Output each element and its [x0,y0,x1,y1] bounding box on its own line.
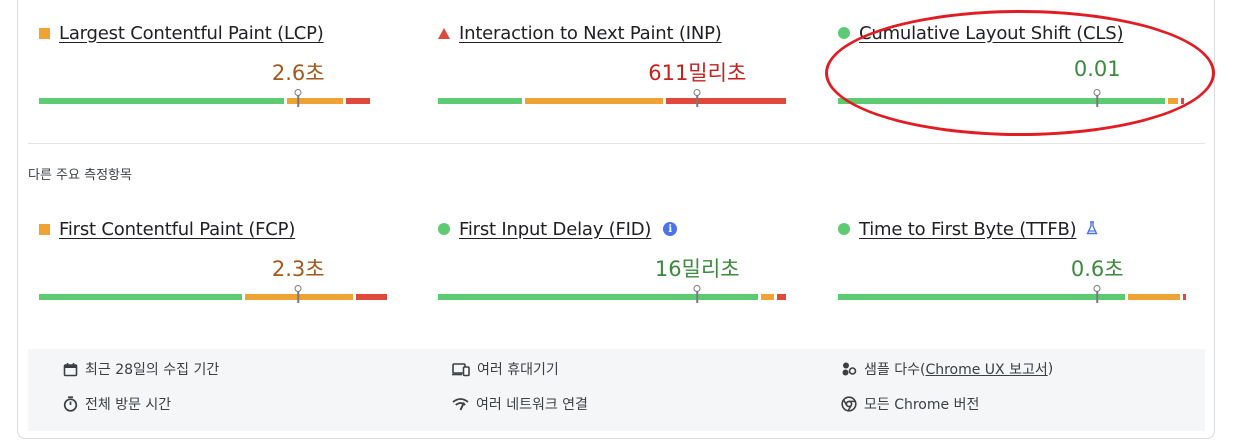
distribution-bar [39,89,387,107]
status-marker-icon [438,27,450,39]
chrome-icon [841,396,857,412]
percentile-marker-line [297,291,299,303]
metric-fid: First Input Delay (FID) i 16밀리초 [438,216,788,316]
metric-value: 611밀리초 [648,61,747,85]
percentile-marker-line [1096,291,1098,303]
collection-period-item: 최근 28일의 수집 기간 [63,359,219,379]
percentile-marker [693,285,701,292]
needs-improvement-segment [1128,294,1180,300]
distribution-bar [838,285,1186,303]
poor-segment [345,98,370,104]
info-icon[interactable]: i [663,222,678,236]
metric-link-fid[interactable]: First Input Delay (FID) [459,219,651,240]
distribution-bar [438,89,786,107]
metric-link-lcp[interactable]: Largest Contentful Paint (LCP) [59,23,324,44]
sample-suffix-text: ) [1047,361,1054,377]
percentile-marker [294,89,302,96]
needs-improvement-segment [524,98,664,104]
metric-link-cls[interactable]: Cumulative Layout Shift (CLS) [859,23,1123,44]
percentile-marker-line [1096,95,1098,107]
percentile-marker [1093,89,1101,96]
other-metrics-heading: 다른 주요 측정항목 [28,168,132,183]
status-marker-icon [838,27,850,39]
poor-segment [777,294,786,300]
poor-segment [1180,98,1185,104]
metric-header: Time to First Byte (TTFB) [838,216,1099,242]
metric-lcp: Largest Contentful Paint (LCP) 2.6초 [39,20,389,120]
metric-header: Largest Contentful Paint (LCP) [39,20,324,46]
percentile-marker-line [696,291,698,303]
percentile-marker-line [696,95,698,107]
good-segment [438,294,758,300]
devices-text: 여러 휴대기기 [477,362,559,378]
percentile-marker [294,285,302,292]
metric-value: 0.01 [1073,57,1121,81]
metric-header: First Input Delay (FID) i [438,216,678,242]
metric-link-fcp[interactable]: First Contentful Paint (FCP) [59,219,295,240]
metric-value: 2.3초 [271,257,325,281]
devices-icon [452,362,470,376]
poor-segment [1182,294,1186,300]
metric-ttfb: Time to First Byte (TTFB) 0.6초 [838,216,1188,316]
chrome-versions-item: 모든 Chrome 버전 [841,394,979,414]
visit-duration-text: 전체 방문 시간 [85,397,172,413]
chrome-versions-text: 모든 Chrome 버전 [864,397,980,413]
good-segment [838,98,1165,104]
good-segment [39,98,284,104]
calendar-icon [63,362,78,376]
needs-improvement-segment [1167,98,1178,104]
needs-improvement-segment [245,294,354,300]
metric-value: 16밀리초 [654,257,740,281]
networks-text: 여러 네트워크 연결 [476,397,588,413]
group-icon [842,362,857,376]
status-marker-icon [39,27,50,39]
distribution-bar [39,285,387,303]
good-segment [39,294,243,300]
metric-link-inp[interactable]: Interaction to Next Paint (INP) [459,23,722,44]
sample-prefix-text: 샘플 다수( [864,362,926,378]
needs-improvement-segment [286,98,343,104]
poor-segment [666,98,786,104]
devices-item: 여러 휴대기기 [452,359,559,379]
metric-fcp: First Contentful Paint (FCP) 2.3초 [39,216,389,316]
distribution-bar [438,285,786,303]
metric-header: Cumulative Layout Shift (CLS) [838,20,1123,46]
flask-icon[interactable] [1086,220,1099,239]
signal-icon [452,398,469,411]
needs-improvement-segment [760,294,775,300]
status-marker-icon [838,223,850,235]
percentile-marker-line [297,95,299,107]
distribution-bar [838,89,1186,107]
timer-icon [63,396,78,412]
percentile-marker [1093,285,1101,292]
status-marker-icon [438,223,450,235]
metric-value: 0.6초 [1070,257,1124,281]
good-segment [838,294,1126,300]
metric-link-ttfb[interactable]: Time to First Byte (TTFB) [859,219,1077,240]
metric-value: 2.6초 [271,61,325,85]
visit-duration-item: 전체 방문 시간 [63,394,171,414]
networks-item: 여러 네트워크 연결 [452,394,588,414]
good-segment [438,98,522,104]
metric-header: Interaction to Next Paint (INP) [438,20,722,46]
data-source-footer: 최근 28일의 수집 기간 전체 방문 시간 여러 휴대기기 여러 네트워크 연… [28,349,1205,431]
metric-header: First Contentful Paint (FCP) [39,216,295,242]
percentile-marker [693,89,701,96]
poor-segment [356,294,387,300]
section-divider [28,143,1205,144]
status-marker-icon [39,223,50,235]
metric-cls: Cumulative Layout Shift (CLS) 0.01 [838,20,1188,120]
chrome-ux-report-link[interactable]: Chrome UX 보고서 [925,359,1047,379]
sample-item: 샘플 다수(Chrome UX 보고서) [841,359,1053,379]
collection-period-text: 최근 28일의 수집 기간 [85,362,220,378]
metric-inp: Interaction to Next Paint (INP) 611밀리초 [438,20,788,120]
